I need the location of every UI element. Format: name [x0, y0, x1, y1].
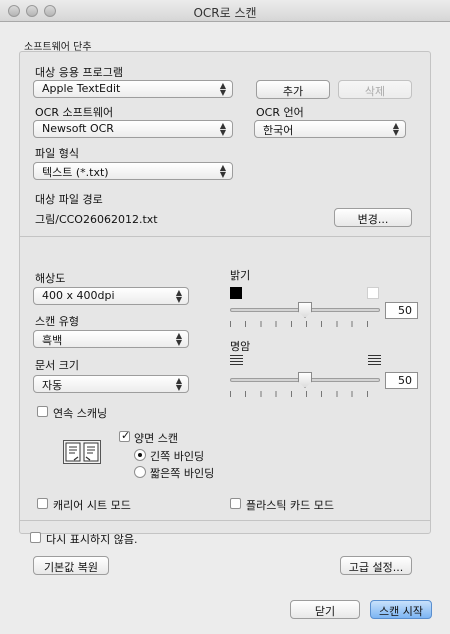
updown-arrows-icon: ▲ ▼ [175, 288, 182, 304]
ocr-language-value: 한국어 [263, 124, 294, 137]
duplex-label: 양면 스캔 [134, 432, 178, 445]
dest-path-value: 그림/CCO26062012.txt [35, 213, 158, 226]
close-button[interactable]: 닫기 [290, 600, 360, 619]
dest-path-label: 대상 파일 경로 [35, 193, 103, 206]
file-type-value: 텍스트 (*.txt) [42, 166, 109, 179]
updown-arrows-icon: ▲ ▼ [219, 81, 226, 97]
target-app-value: Apple TextEdit [42, 82, 121, 95]
updown-arrows-icon: ▲ ▼ [219, 163, 226, 179]
scan-type-select[interactable]: 흑백 ▲ ▼ [33, 330, 189, 348]
updown-arrows-icon: ▲ ▼ [392, 121, 399, 137]
change-path-button[interactable]: 변경... [334, 208, 412, 227]
long-edge-radio[interactable] [134, 449, 146, 461]
resolution-label: 해상도 [35, 272, 66, 285]
contrast-label: 명암 [230, 340, 251, 353]
brightness-ticks [230, 321, 382, 327]
contrast-value-field[interactable]: 50 [385, 372, 418, 389]
short-edge-label: 짧은쪽 바인딩 [150, 467, 215, 480]
ocr-software-select[interactable]: Newsoft OCR ▲ ▼ [33, 120, 233, 138]
light-square-icon [367, 287, 379, 299]
divider [20, 236, 430, 237]
ocr-language-select[interactable]: 한국어 ▲ ▼ [254, 120, 406, 138]
doc-size-select[interactable]: 자동 ▲ ▼ [33, 375, 189, 393]
restore-defaults-button[interactable]: 기본값 복원 [33, 556, 109, 575]
updown-arrows-icon: ▲ ▼ [175, 331, 182, 347]
start-scan-button[interactable]: 스캔 시작 [370, 600, 432, 619]
plastic-card-label: 플라스틱 카드 모드 [246, 499, 334, 512]
ocr-software-label: OCR 소프트웨어 [35, 106, 114, 119]
continuous-scan-checkbox[interactable] [37, 406, 48, 417]
file-type-select[interactable]: 텍스트 (*.txt) ▲ ▼ [33, 162, 233, 180]
brightness-value-field[interactable]: 50 [385, 302, 418, 319]
plastic-card-checkbox[interactable] [230, 498, 241, 509]
target-app-label: 대상 응용 프로그램 [35, 66, 123, 79]
target-app-select[interactable]: Apple TextEdit ▲ ▼ [33, 80, 233, 98]
dont-show-checkbox[interactable] [30, 532, 41, 543]
continuous-scan-label: 연속 스캐닝 [53, 407, 108, 420]
long-edge-label: 긴쪽 바인딩 [150, 450, 205, 463]
high-contrast-icon [368, 355, 381, 366]
short-edge-radio[interactable] [134, 466, 146, 478]
dark-square-icon [230, 287, 242, 299]
updown-arrows-icon: ▲ ▼ [219, 121, 226, 137]
resolution-value: 400 x 400dpi [42, 289, 115, 302]
resolution-select[interactable]: 400 x 400dpi ▲ ▼ [33, 287, 189, 305]
doc-size-label: 문서 크기 [35, 359, 79, 372]
dont-show-label: 다시 표시하지 않음. [46, 533, 138, 546]
advanced-settings-button[interactable]: 고급 설정... [340, 556, 412, 575]
window-title: OCR로 스캔 [193, 6, 257, 20]
ocr-software-value: Newsoft OCR [42, 122, 114, 135]
carrier-sheet-checkbox[interactable] [37, 498, 48, 509]
carrier-sheet-label: 캐리어 시트 모드 [53, 499, 131, 512]
doc-size-value: 자동 [42, 379, 63, 392]
file-type-label: 파일 형식 [35, 147, 79, 160]
delete-button[interactable]: 삭제 [338, 80, 412, 99]
brightness-label: 밝기 [230, 269, 251, 282]
scan-type-value: 흑백 [42, 334, 63, 347]
ocr-language-label: OCR 언어 [256, 106, 304, 119]
contrast-ticks [230, 391, 382, 397]
add-button[interactable]: 추가 [256, 80, 330, 99]
low-contrast-icon [230, 355, 243, 366]
updown-arrows-icon: ▲ ▼ [175, 376, 182, 392]
scan-type-label: 스캔 유형 [35, 315, 79, 328]
duplex-pages-icon [63, 440, 101, 464]
duplex-checkbox[interactable] [119, 429, 130, 442]
divider [20, 520, 430, 521]
